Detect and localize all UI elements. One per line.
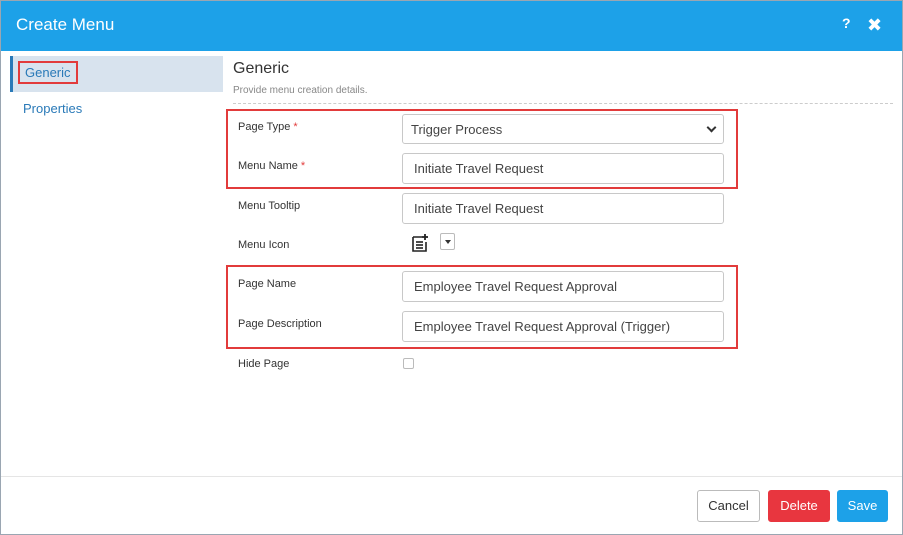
- caret-down-icon: [445, 240, 451, 244]
- save-button[interactable]: Save: [837, 490, 888, 522]
- page-type-label: Page Type *: [238, 121, 298, 133]
- menu-tooltip-input[interactable]: Initiate Travel Request: [402, 193, 724, 224]
- create-menu-dialog: Create Menu ? ✖ Generic Properties Gener…: [0, 0, 903, 535]
- delete-button[interactable]: Delete: [768, 490, 830, 522]
- menu-tooltip-label: Menu Tooltip: [238, 200, 301, 212]
- dialog-title: Create Menu: [16, 15, 115, 34]
- close-icon[interactable]: ✖: [867, 15, 882, 35]
- sidebar-item-generic[interactable]: Generic: [10, 56, 223, 92]
- sidebar-item-properties[interactable]: Properties: [10, 91, 223, 127]
- page-type-value: Trigger Process: [411, 122, 503, 137]
- sidebar-item-label: Generic: [18, 61, 78, 84]
- dialog-titlebar: Create Menu ? ✖: [1, 1, 902, 51]
- section-title: Generic: [233, 60, 290, 77]
- section-description: Provide menu creation details.: [233, 85, 368, 96]
- chevron-down-icon: [706, 122, 717, 133]
- page-name-input[interactable]: Employee Travel Request Approval: [402, 271, 724, 302]
- hide-page-checkbox[interactable]: [403, 358, 414, 369]
- page-description-label: Page Description: [238, 318, 322, 330]
- page-type-select[interactable]: Trigger Process: [402, 114, 724, 144]
- icon-dropdown-button[interactable]: [440, 233, 455, 250]
- menu-name-input[interactable]: Initiate Travel Request: [402, 153, 724, 184]
- footer-divider: [1, 476, 902, 477]
- main-panel: Generic Provide menu creation details. P…: [224, 51, 902, 476]
- help-icon[interactable]: ?: [842, 15, 851, 31]
- menu-icon-label: Menu Icon: [238, 239, 290, 251]
- page-name-label: Page Name: [238, 278, 297, 290]
- sidebar: Generic Properties: [1, 51, 224, 476]
- required-marker: *: [293, 121, 298, 133]
- page-description-input[interactable]: Employee Travel Request Approval (Trigge…: [402, 311, 724, 342]
- section-divider: [233, 103, 893, 104]
- cancel-button[interactable]: Cancel: [697, 490, 760, 522]
- sidebar-item-label: Properties: [23, 101, 83, 116]
- list-add-icon[interactable]: [410, 233, 430, 253]
- hide-page-label: Hide Page: [238, 358, 290, 370]
- required-marker: *: [300, 160, 306, 172]
- menu-name-label: Menu Name *: [238, 160, 306, 172]
